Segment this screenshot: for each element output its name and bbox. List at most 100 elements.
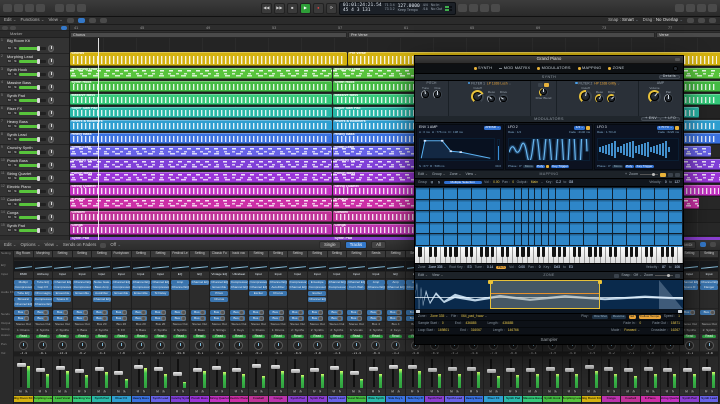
zone-cell[interactable] [584,211,597,222]
strip-solo-button[interactable]: S [279,390,284,394]
sample-end-handle[interactable] [678,310,682,313]
strip-setting[interactable]: Setting [288,251,307,258]
audio-fx-slot[interactable]: Chromaglo [34,291,52,296]
lfo2-mode-icon[interactable] [546,165,549,168]
send-slot[interactable]: Bus 1 [191,310,206,315]
audio-fx-slot[interactable]: Exciter [249,291,267,296]
zone-cell[interactable] [416,234,429,245]
strip-solo-button[interactable]: S [514,390,519,394]
zone-cell[interactable] [542,211,548,222]
strip-solo-button[interactable]: S [377,390,382,394]
audio-fx-slot[interactable]: Amp [387,280,405,285]
zone-name-value[interactable]: Zone 335 ⌄ [430,315,448,319]
strip-pan-knob[interactable] [254,341,263,350]
strip-mute-button[interactable]: M [586,390,591,394]
eq-thumbnail[interactable] [288,261,307,272]
strip-mute-button[interactable]: M [351,390,356,394]
zone-cell[interactable] [416,200,429,211]
strip-pan-knob[interactable] [176,341,185,350]
edit-menu[interactable]: Edit [4,18,16,23]
channel-strip[interactable]: SettingInputCompressorChannel EQBus 1Bus… [288,251,308,404]
strip-solo-button[interactable]: S [318,390,323,394]
strip-input[interactable]: Input [700,272,719,279]
audio-fx-slot[interactable]: Noise Gate [93,280,111,285]
send-slot[interactable]: Bus 4 [700,310,715,315]
arrangement-marker[interactable]: Chorus [70,32,347,38]
channel-strip[interactable]: FunkytownInputChannel EQCompressorEnsemb… [112,251,132,404]
strip-fader[interactable] [523,357,542,389]
track-pan-knob[interactable] [48,58,55,65]
mixer-options-menu[interactable]: Options [20,243,40,248]
mute-button[interactable]: M [7,176,12,180]
record-button[interactable]: ● [313,3,324,14]
audition-speaker-icon[interactable] [614,274,619,278]
tab-synth[interactable]: SYNTH [474,66,492,70]
strip-fader[interactable] [700,357,719,389]
zone-cell[interactable] [627,223,640,234]
mixer-view-menu[interactable]: View [45,243,59,248]
send-slot[interactable]: Bus 1 [230,310,245,315]
region[interactable]: Chorus [70,52,347,66]
mapping-piano-view-icon[interactable] [668,173,673,177]
strip-name-label[interactable]: Riser FX [112,396,131,403]
audio-fx-slot[interactable]: Channel EQ [328,280,346,285]
strip-solo-button[interactable]: S [651,390,656,394]
fader-cap[interactable] [565,368,574,372]
filter1-drive-knob[interactable] [499,94,508,103]
track-pan-knob[interactable] [48,162,55,169]
track-volume-slider[interactable] [19,86,46,89]
zone-cell[interactable] [613,188,626,199]
track-header[interactable]: 11String QuartetMS [0,171,69,184]
strip-input[interactable]: Vintage EQ [210,272,229,279]
strip-name-label[interactable]: Conga [269,396,288,403]
send-slot[interactable]: Bus 2 [151,316,166,321]
loop-start-value[interactable]: 169801 [438,329,449,333]
black-key[interactable] [563,247,566,257]
loop-mode-value[interactable]: Forward ⌄ [624,329,640,333]
eq-thumbnail[interactable] [308,261,327,272]
black-key[interactable] [516,247,519,257]
track-volume-slider[interactable] [19,112,46,115]
mute-button[interactable]: M [7,228,12,232]
arrangement-marker[interactable]: Pre Verse [348,32,655,38]
zone-cell[interactable] [669,211,682,222]
send-slot[interactable]: Bus 1 [171,310,186,315]
reverse-button[interactable]: Reverse [611,315,626,318]
eq-thumbnail[interactable] [14,261,33,272]
fader-cap[interactable] [389,365,398,369]
zone-cell[interactable] [501,188,514,199]
zone-select[interactable]: Zone 335 ⌄ [429,266,447,270]
region[interactable]: Conga [70,224,332,235]
strip-name-label[interactable]: Side Key L [386,396,405,403]
lfo2-mono-button[interactable]: Mono [523,165,534,168]
lfo2-key-trigger-button[interactable]: Key Trigger [551,165,570,168]
strip-input[interactable]: Input [73,272,92,279]
channel-strip[interactable]: SettingInputNoise GateBass AmpAutoFilter… [92,251,112,404]
audio-fx-slot[interactable]: Compressor [112,285,130,290]
strip-solo-button[interactable]: S [475,390,480,394]
audio-fx-slot[interactable]: Tube EQ [34,280,52,285]
strip-input[interactable]: Input [132,272,151,279]
strip-setting[interactable]: Setting [328,251,347,258]
black-key[interactable] [449,247,452,257]
black-key[interactable] [506,247,509,257]
strip-mute-button[interactable]: M [665,390,670,394]
zone-cell[interactable] [549,223,555,234]
audio-fx-slot[interactable]: Multipr [14,280,32,285]
fader-cap[interactable] [173,372,182,376]
send-slot[interactable]: Bus 1 [210,310,225,315]
audio-fx-slot[interactable]: Compressor [249,280,267,285]
strip-fader[interactable] [425,357,444,389]
audio-fx-slot[interactable]: Channel EQ [191,280,209,285]
black-key[interactable] [444,247,447,257]
strip-fader[interactable] [53,357,72,389]
cycle-button[interactable]: ⟳ [326,3,337,14]
view-tracks-button[interactable]: Tracks [345,241,367,249]
black-key[interactable] [501,247,504,257]
zone-cell[interactable] [458,223,471,234]
track-header[interactable]: 15Synth PadMS [0,223,69,236]
strip-input[interactable]: Input [92,272,111,279]
zone-vel-hi[interactable]: 106 [674,266,680,270]
region[interactable]: Risers & Boomers [70,120,332,131]
fader-cap[interactable] [330,366,339,370]
